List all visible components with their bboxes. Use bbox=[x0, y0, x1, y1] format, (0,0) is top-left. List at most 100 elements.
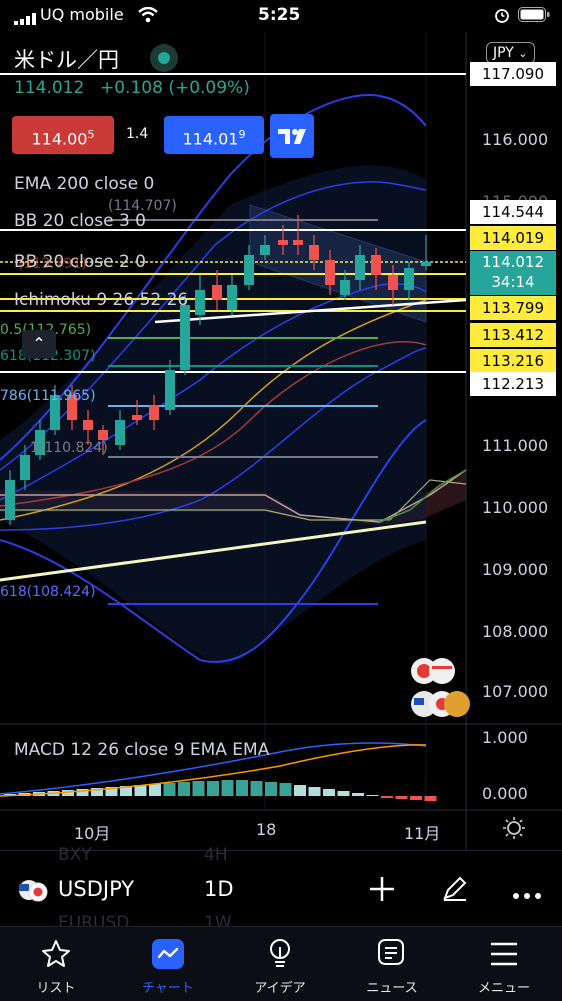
candle-body bbox=[180, 305, 190, 370]
tradingview-logo-icon bbox=[278, 129, 306, 144]
macd-indicator-legend[interactable]: MACD 12 26 close 9 EMA EMA bbox=[14, 740, 269, 760]
candle-body bbox=[115, 420, 125, 445]
more-options-icon[interactable] bbox=[512, 885, 542, 904]
fib-label-5: 786(111.965) bbox=[0, 388, 96, 404]
macd-histogram-bar bbox=[221, 780, 234, 796]
battery-icon bbox=[518, 7, 550, 27]
candle-body bbox=[278, 240, 288, 245]
settings-sun-icon[interactable] bbox=[502, 816, 526, 844]
price-tag: 113.412 bbox=[470, 323, 556, 347]
price-tag: 114.544 bbox=[470, 200, 556, 224]
news-icon bbox=[378, 939, 404, 965]
wifi-icon bbox=[138, 6, 158, 27]
bottom-navigation: リスト チャート アイデア ニュース メニュー bbox=[0, 926, 562, 1001]
fib-label-1: (114.707) bbox=[108, 198, 177, 214]
macd-histogram-bar bbox=[366, 795, 379, 796]
macd-histogram-bar bbox=[163, 783, 176, 796]
price-tag: 113.799 bbox=[470, 296, 556, 320]
add-plus-icon[interactable] bbox=[368, 875, 396, 907]
current-price-value: 114.012 bbox=[481, 253, 545, 271]
fib-label-7: 618(108.424) bbox=[0, 584, 96, 600]
ichimoku-indicator-legend[interactable]: Ichimoku 9 26 52 26 bbox=[14, 290, 188, 310]
nav-item-label: アイデア bbox=[254, 981, 306, 996]
nav-item-chart[interactable]: チャート bbox=[112, 927, 224, 1001]
fib-label-6: 1(110.824) bbox=[30, 440, 108, 456]
macd-axis-label: 0.000 bbox=[482, 784, 528, 803]
candle-body bbox=[212, 285, 222, 300]
macd-histogram-bar bbox=[352, 793, 364, 796]
macd-axis-label: 1.000 bbox=[482, 728, 528, 747]
candle-body bbox=[388, 275, 398, 290]
status-bar: UQ mobile 5:25 bbox=[0, 0, 562, 32]
macd-histogram-bar bbox=[207, 781, 219, 796]
symbol-toolbar: BXY 4H USDJPY 1D EURUSD 1W bbox=[0, 845, 562, 933]
bar-countdown: 34:14 bbox=[491, 273, 535, 291]
current-price-tag: 114.012 34:14 bbox=[470, 251, 556, 295]
price-tag: 113.216 bbox=[470, 349, 556, 373]
candle-body bbox=[325, 260, 335, 285]
macd-histogram-bar bbox=[265, 782, 277, 796]
sell-button[interactable]: 114.005 bbox=[12, 116, 114, 154]
chevron-up-icon: ⌃ bbox=[32, 334, 46, 353]
buy-price: 114.01 bbox=[182, 129, 239, 149]
currency-selector[interactable]: JPY ⌄ bbox=[486, 42, 535, 64]
candle-body bbox=[340, 280, 350, 295]
drawing-pen-icon[interactable] bbox=[440, 873, 470, 907]
chart-area[interactable]: 米ドル／円 JPY ⌄ 114.012 +0.108 (+0.09%) 114.… bbox=[0, 32, 562, 850]
carrier-name: UQ mobile bbox=[40, 5, 124, 24]
candle-body bbox=[5, 480, 15, 520]
candle-body bbox=[20, 455, 30, 480]
price-axis-label: 107.000 bbox=[482, 682, 549, 701]
macd-histogram-bar bbox=[424, 796, 437, 801]
symbol-title[interactable]: 米ドル／円 bbox=[14, 44, 119, 74]
nav-item-label: ニュース bbox=[366, 981, 418, 996]
price-change: +0.108 (+0.09%) bbox=[100, 78, 250, 98]
interval-selector[interactable]: 1D bbox=[204, 877, 234, 901]
collapse-legend-button[interactable]: ⌃ bbox=[22, 330, 56, 358]
ema-indicator-legend[interactable]: EMA 200 close 0 bbox=[14, 174, 154, 194]
time-axis-label: 10月 bbox=[74, 824, 111, 843]
macd-histogram-bar bbox=[395, 796, 408, 799]
nav-item-ideas[interactable]: アイデア bbox=[224, 927, 336, 1001]
star-icon bbox=[42, 940, 70, 967]
spread-value: 1.4 bbox=[126, 126, 149, 142]
nav-item-list[interactable]: リスト bbox=[0, 927, 112, 1001]
macd-histogram-bar bbox=[279, 783, 292, 796]
candle-body bbox=[98, 430, 108, 440]
macd-histogram-bar bbox=[250, 781, 263, 796]
price-axis-label: 109.000 bbox=[482, 560, 549, 579]
buy-button[interactable]: 114.019 bbox=[164, 116, 264, 154]
chevron-down-icon: ⌄ bbox=[518, 47, 528, 60]
price-axis-label: 110.000 bbox=[482, 498, 549, 517]
alarm-icon bbox=[494, 7, 510, 27]
macd-histogram-bar bbox=[192, 781, 205, 796]
market-open-indicator-icon bbox=[150, 44, 178, 72]
price-tag: 114.019 bbox=[470, 226, 556, 250]
candle-body bbox=[195, 290, 205, 315]
nav-item-news[interactable]: ニュース bbox=[336, 927, 448, 1001]
macd-histogram-bar bbox=[149, 784, 161, 796]
macd-histogram-bar bbox=[410, 796, 422, 800]
ghost-symbol: BXY bbox=[58, 845, 92, 865]
chart-icon bbox=[152, 939, 184, 969]
candle-body bbox=[260, 245, 270, 255]
clock-time: 5:25 bbox=[258, 5, 301, 25]
tradingview-logo-button[interactable] bbox=[270, 114, 314, 158]
sell-price: 114.00 bbox=[31, 129, 88, 149]
candle-body bbox=[83, 420, 93, 430]
symbol-selector[interactable]: USDJPY bbox=[58, 877, 134, 901]
signal-icon bbox=[14, 10, 40, 25]
macd-histogram-bar bbox=[236, 780, 248, 796]
ghost-interval: 4H bbox=[204, 845, 228, 865]
candle-body bbox=[309, 245, 319, 260]
candle-body bbox=[244, 255, 254, 285]
macd-histogram-bar bbox=[308, 787, 321, 796]
time-axis-label: 11月 bbox=[404, 824, 441, 843]
sell-price-pip: 5 bbox=[87, 128, 95, 141]
nav-item-label: チャート bbox=[142, 981, 194, 996]
price-tag: 117.090 bbox=[470, 62, 556, 86]
nav-item-menu[interactable]: メニュー bbox=[448, 927, 560, 1001]
candle-body bbox=[227, 285, 237, 310]
bb1-indicator-legend[interactable]: BB 20 close 3 0 bbox=[14, 211, 146, 231]
nav-item-label: メニュー bbox=[477, 981, 530, 996]
